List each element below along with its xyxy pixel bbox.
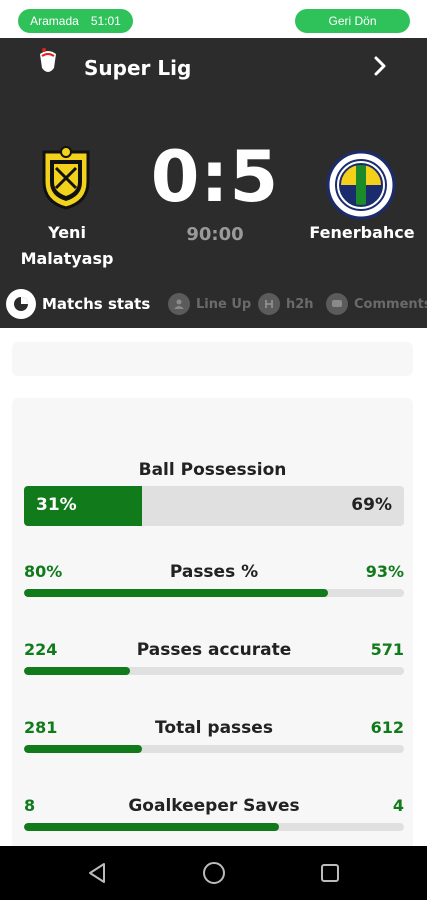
away-team-crest-icon (326, 150, 396, 220)
pie-chart-icon (6, 289, 36, 319)
tab-label: Matchs stats (42, 295, 151, 313)
stats-card: Ball Possession 31% 69% 80% Passes % 93%… (12, 398, 413, 846)
stat-bar-fill (24, 589, 328, 597)
comments-icon (326, 293, 348, 315)
lineup-icon (168, 293, 190, 315)
back-button[interactable]: Geri Dön (295, 9, 410, 33)
tab-h2h[interactable]: h2h (258, 286, 314, 322)
tab-label: Line Up (196, 296, 252, 312)
stat-row: 281 Total passes 612 (24, 718, 404, 758)
call-label: Aramada (30, 14, 79, 28)
stat-bar-fill (24, 667, 131, 675)
possession-away-value: 69% (351, 495, 392, 515)
stat-away-value: 571 (370, 640, 404, 659)
home-team-name: Yeni Malatyasp (20, 223, 114, 268)
match-score: 0:5 (150, 136, 280, 218)
stat-title: Goalkeeper Saves (128, 796, 300, 816)
league-title: Super Lig (84, 56, 192, 80)
away-team-name: Fenerbahce (309, 223, 415, 242)
summary-card (12, 342, 413, 376)
league-logo-icon (40, 48, 56, 72)
possession-bar: 31% 69% (24, 486, 404, 526)
system-nav-bar (0, 846, 427, 900)
stats-content[interactable]: Ball Possession 31% 69% 80% Passes % 93%… (0, 328, 427, 846)
chevron-right-icon[interactable] (366, 52, 394, 80)
home-team-crest-icon (42, 146, 90, 210)
stat-title: Passes accurate (136, 640, 292, 660)
stat-row: 224 Passes accurate 571 (24, 640, 404, 680)
stat-away-value: 93% (365, 562, 404, 581)
stat-bar (24, 667, 404, 675)
home-circle-icon[interactable] (201, 860, 227, 886)
tab-line-up[interactable]: Line Up (168, 286, 251, 322)
call-time: 51:01 (90, 14, 121, 28)
stat-title: Passes % (169, 562, 259, 582)
stat-bar-fill (24, 823, 279, 831)
match-clock: 90:00 (186, 224, 244, 245)
tab-label: Comments (354, 296, 427, 312)
stat-row: 8 Goalkeeper Saves 4 (24, 796, 404, 836)
call-indicator[interactable]: Aramada 51:01 (18, 9, 133, 33)
back-triangle-icon[interactable] (84, 860, 110, 886)
stat-bar (24, 589, 404, 597)
tab-comments[interactable]: Comments (326, 286, 427, 322)
h2h-icon (258, 293, 280, 315)
tab-match-stats[interactable]: Matchs stats (6, 286, 150, 322)
possession-home-value: 31% (36, 495, 77, 515)
match-tabs: Matchs stats Line Up h2h Comments (0, 286, 427, 322)
stat-away-value: 612 (370, 718, 404, 737)
stat-title: Total passes (155, 718, 273, 738)
tab-label: h2h (286, 296, 314, 312)
stat-row: 80% Passes % 93% (24, 562, 404, 602)
match-header: Super Lig Yeni Malatyasp 0:5 90:00 Fener… (0, 38, 427, 328)
possession-title: Ball Possession (138, 460, 287, 480)
stat-bar-fill (24, 745, 142, 753)
status-bar: Aramada 51:01 Geri Dön (0, 0, 427, 38)
stat-bar (24, 823, 404, 831)
stat-away-value: 4 (392, 796, 404, 815)
recents-square-icon[interactable] (317, 860, 343, 886)
stat-bar (24, 745, 404, 753)
